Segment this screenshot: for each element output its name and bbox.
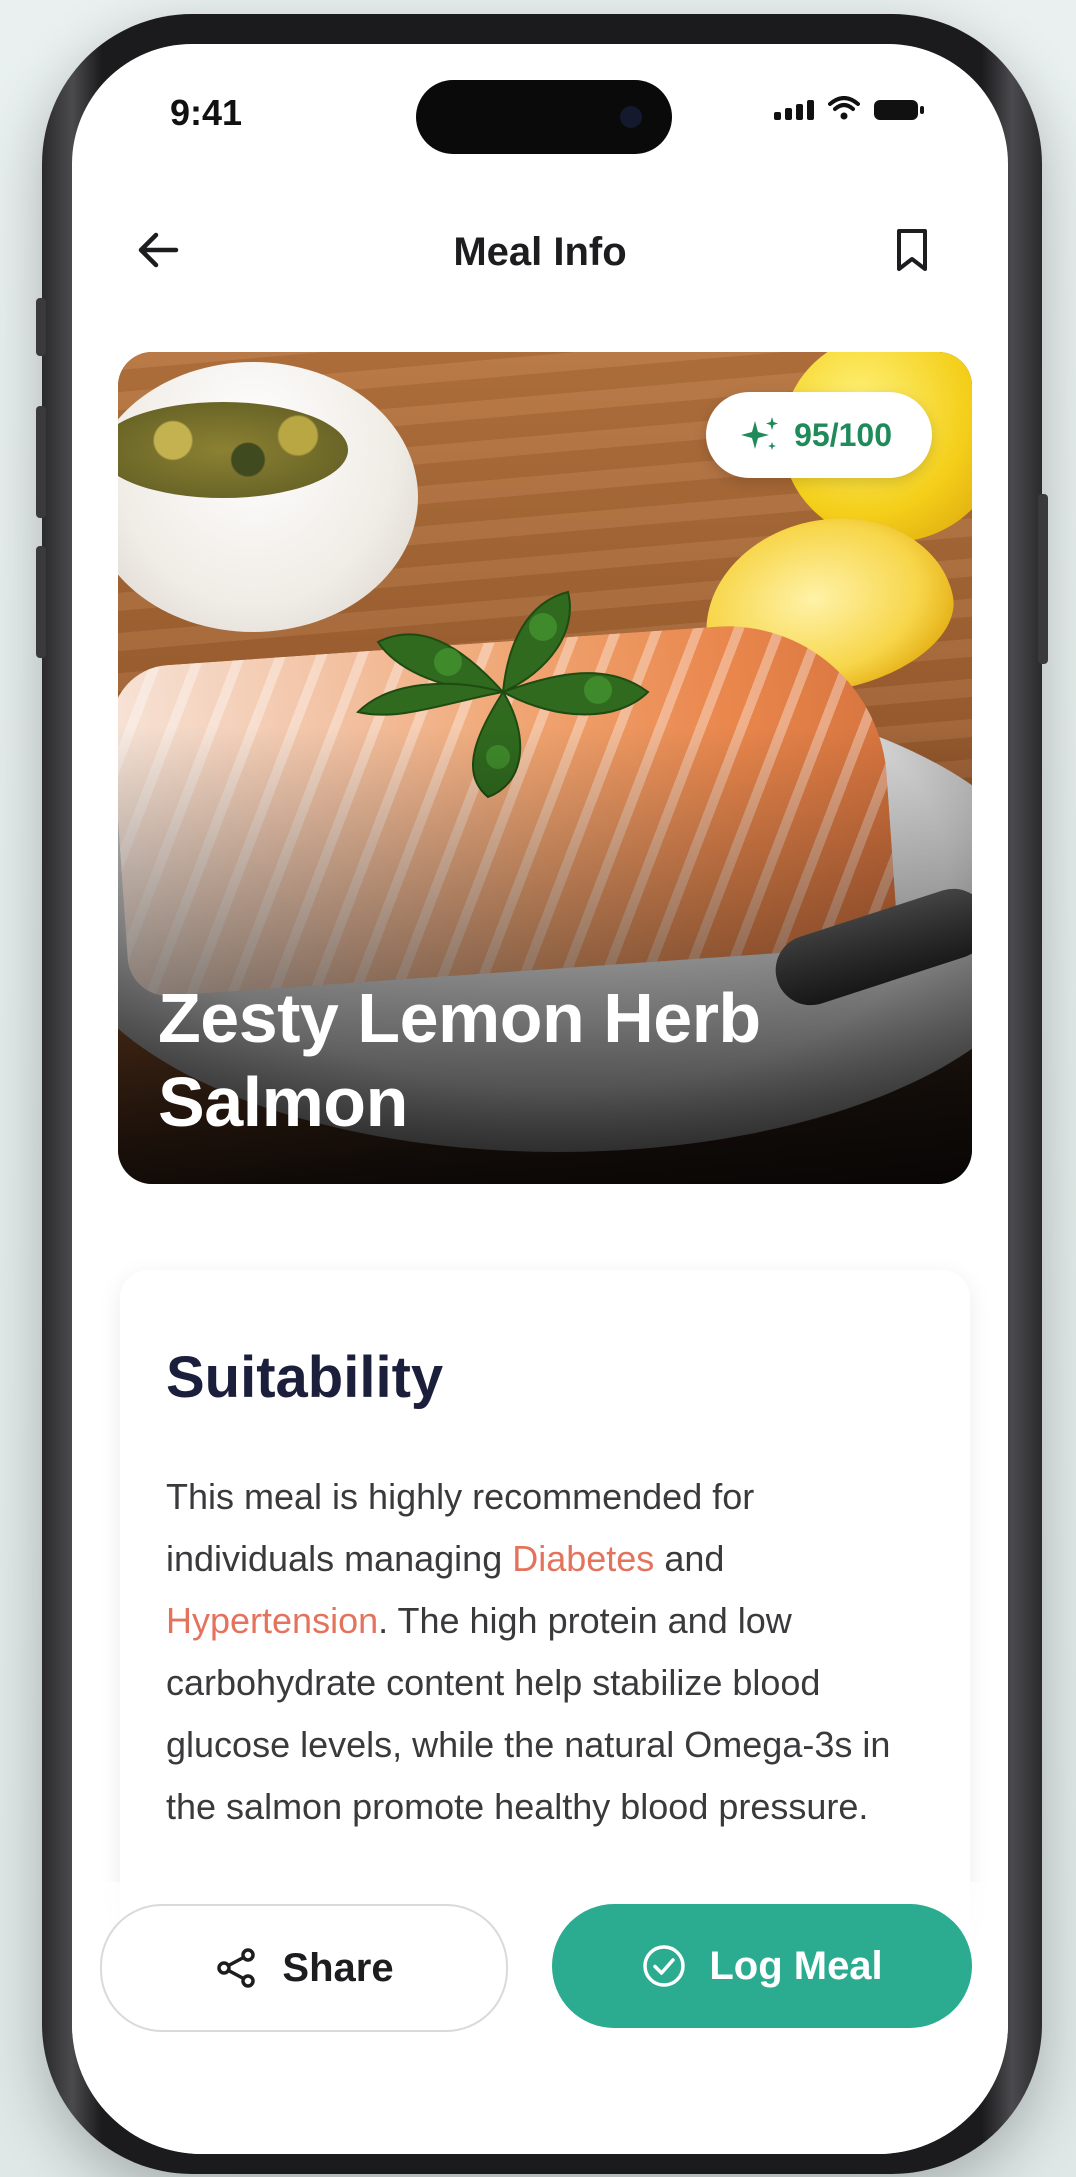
share-label: Share	[282, 1945, 394, 1990]
status-time: 9:41	[170, 92, 243, 133]
front-camera	[620, 106, 642, 128]
meal-title: Zesty Lemon Herb Salmon	[158, 976, 932, 1144]
health-score-value: 95/100	[794, 416, 892, 453]
sparkle-icon	[741, 417, 779, 450]
health-score-badge: 95/100	[706, 392, 932, 478]
meal-hero-image: 95/100 Zesty Lemon Herb Salmon	[118, 352, 972, 1184]
pistachio-topping	[118, 402, 348, 498]
bookmark-button[interactable]	[882, 220, 942, 280]
cellular-signal-icon	[774, 100, 814, 120]
page-title: Meal Info	[453, 230, 627, 274]
dynamic-island	[416, 80, 672, 154]
battery-icon	[874, 100, 924, 120]
log-meal-label: Log Meal	[709, 1943, 883, 1988]
suitability-text-2: and	[654, 1538, 725, 1579]
meal-title-line-2: Salmon	[158, 1063, 408, 1141]
volume-down-button	[36, 546, 46, 658]
check-circle-icon	[643, 1945, 686, 1987]
status-icons	[774, 96, 924, 120]
share-button[interactable]: Share	[100, 1904, 508, 2032]
bookmark-icon	[897, 229, 927, 271]
suitability-description: This meal is highly recommended for indi…	[166, 1466, 926, 1838]
condition-diabetes: Diabetes	[512, 1538, 655, 1579]
wifi-icon	[828, 96, 860, 120]
side-button	[36, 298, 46, 356]
suitability-heading: Suitability	[166, 1345, 444, 1410]
volume-up-button	[36, 406, 46, 518]
meal-title-line-1: Zesty Lemon Herb	[158, 979, 761, 1057]
log-meal-button[interactable]: Log Meal	[552, 1904, 972, 2028]
suitability-card: Suitability This meal is highly recommen…	[120, 1270, 970, 1970]
app-screen: 9:41 Meal Info 95/100 Zesty Lemon Herb S…	[72, 44, 1008, 2154]
share-icon	[217, 1948, 256, 1988]
power-button	[1038, 494, 1048, 664]
condition-hypertension: Hypertension	[166, 1600, 379, 1641]
